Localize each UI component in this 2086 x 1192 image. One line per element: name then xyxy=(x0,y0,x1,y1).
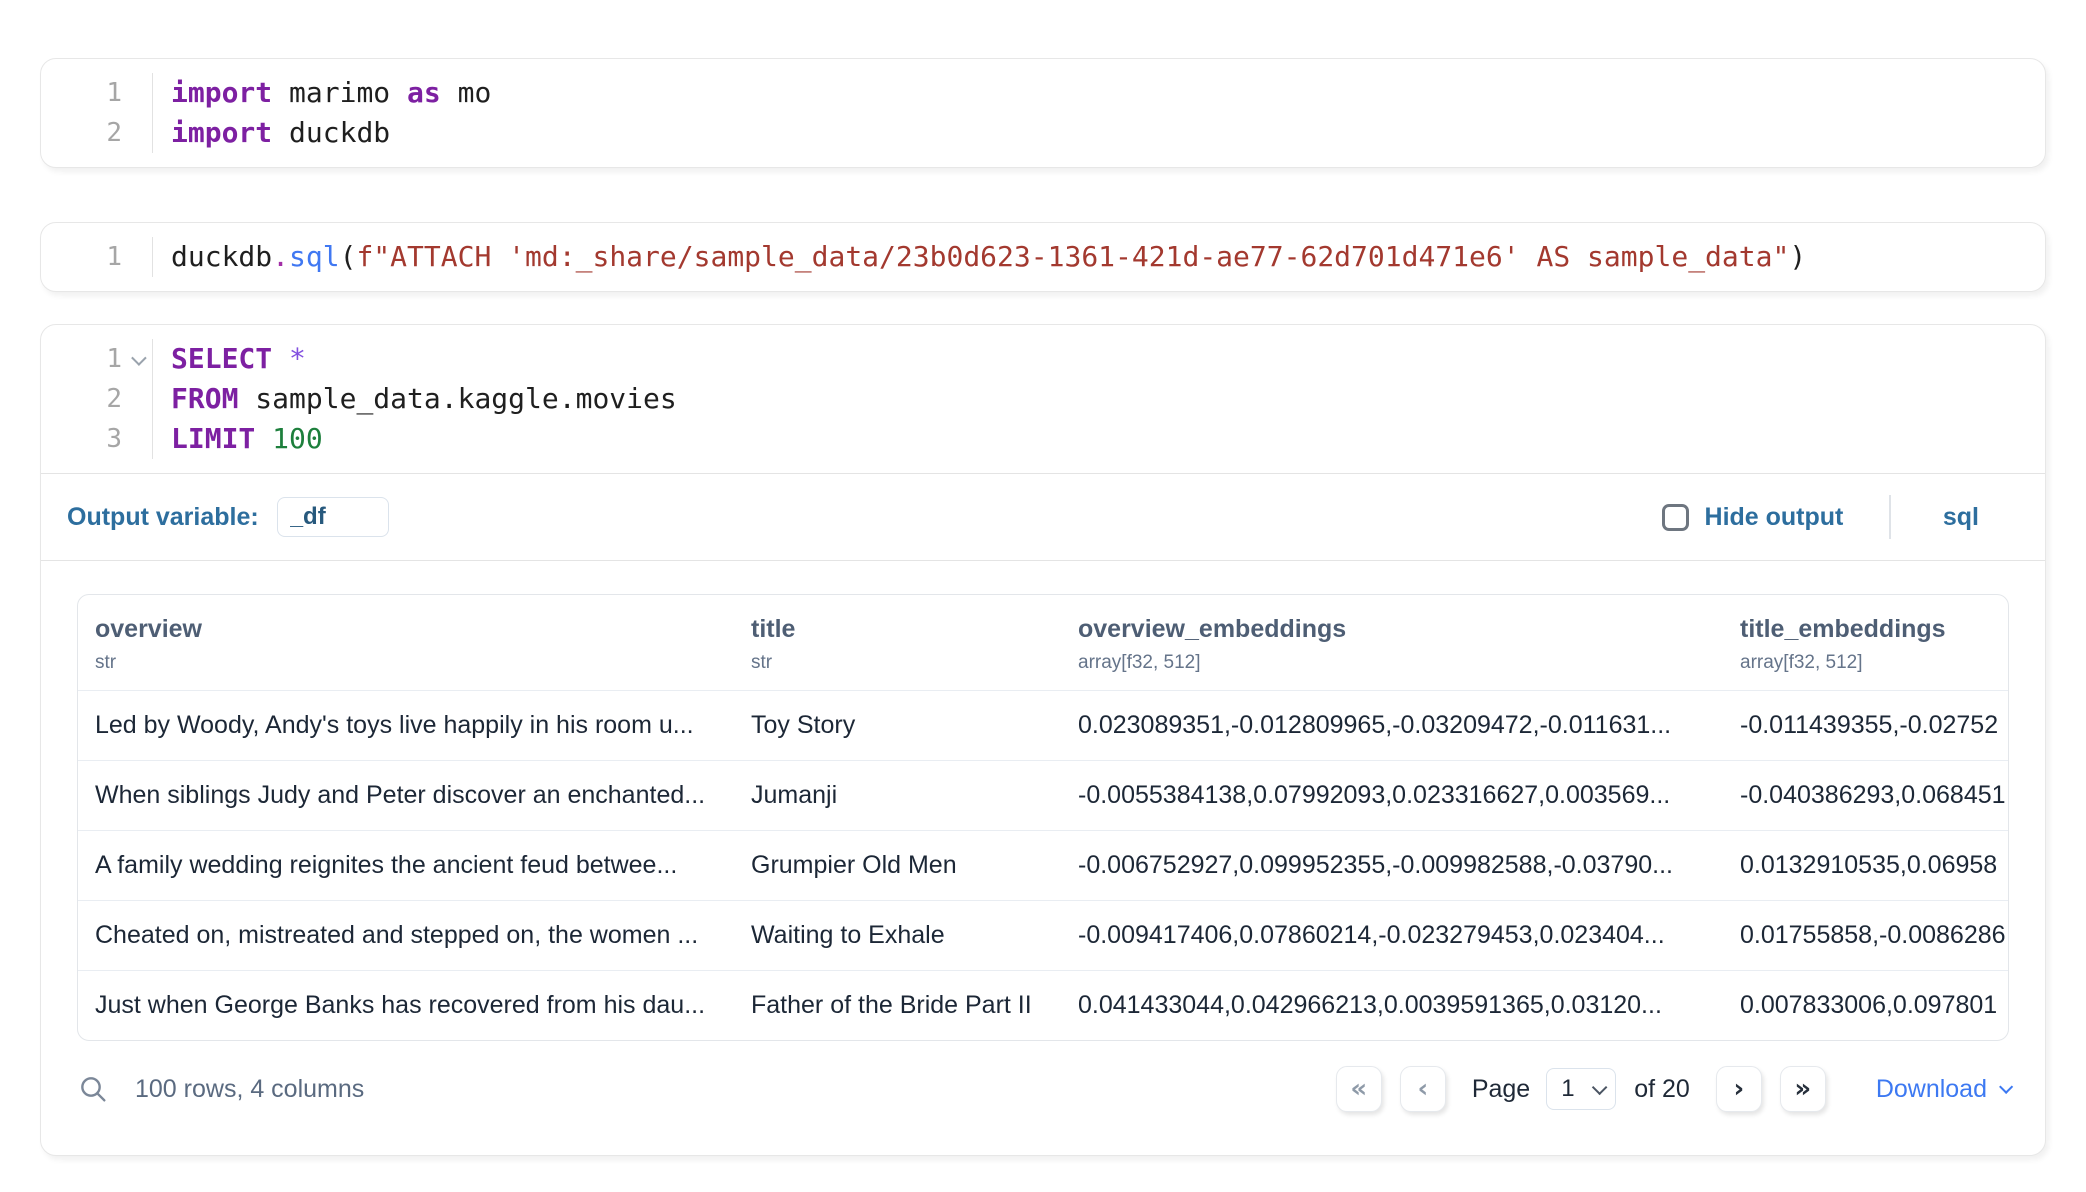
line-gutter: 1 xyxy=(41,237,153,277)
table-cell[interactable]: When siblings Judy and Peter discover an… xyxy=(78,781,734,810)
hide-output-checkbox[interactable] xyxy=(1662,504,1689,531)
sql-cell: 1SELECT *2FROM sample_data.kaggle.movies… xyxy=(40,324,2046,1156)
row-count-summary: 100 rows, 4 columns xyxy=(135,1075,364,1104)
page-label: Page xyxy=(1472,1075,1530,1104)
double-chevron-right-icon: » xyxy=(1794,1074,1811,1104)
dataframe-table: overview str title str overview_embeddingsar… xyxy=(77,594,2009,1041)
chevron-right-icon: › xyxy=(1733,1074,1744,1104)
fold-chevron-icon[interactable] xyxy=(131,350,147,366)
line-number: 1 xyxy=(106,73,122,113)
search-icon xyxy=(77,1073,109,1105)
table-row[interactable]: A family wedding reignites the ancient f… xyxy=(78,830,2008,900)
table-header-row: overview str title str overview_embeddingsar… xyxy=(78,595,2008,690)
next-page-button[interactable]: › xyxy=(1716,1066,1762,1112)
column-name: overview xyxy=(95,615,734,644)
notebook: 1import marimo as mo2import duckdb 1duck… xyxy=(0,0,2086,1176)
hide-output-label: Hide output xyxy=(1705,503,1844,532)
table-cell[interactable]: 0.023089351,-0.012809965,-0.03209472,-0.… xyxy=(1061,711,1723,740)
page-select-value: 1 xyxy=(1561,1075,1574,1103)
code-line[interactable]: 2FROM sample_data.kaggle.movies xyxy=(41,379,2045,419)
table-footer: 100 rows, 4 columns « ‹ Page 1 of 20 › »… xyxy=(77,1041,2009,1137)
line-number: 2 xyxy=(106,113,122,153)
code-editor[interactable]: 1SELECT *2FROM sample_data.kaggle.movies… xyxy=(41,325,2045,473)
table-cell[interactable]: Cheated on, mistreated and stepped on, t… xyxy=(78,921,734,950)
output-variable-label: Output variable: xyxy=(67,503,259,532)
table-cell[interactable]: 0.0132910535,0.06958 xyxy=(1723,851,2008,880)
code-cell-imports: 1import marimo as mo2import duckdb xyxy=(40,58,2046,168)
column-name: overview_embeddings xyxy=(1078,615,1723,644)
table-body: Led by Woody, Andy's toys live happily i… xyxy=(78,690,2008,1040)
column-header-title[interactable]: title str xyxy=(734,615,1061,674)
cell-language-label[interactable]: sql xyxy=(1943,503,1979,532)
column-dtype: array[f32, 512] xyxy=(1740,652,2008,674)
table-cell[interactable]: Father of the Bride Part II xyxy=(734,991,1061,1020)
table-cell[interactable]: Just when George Banks has recovered fro… xyxy=(78,991,734,1020)
code-line[interactable]: 3LIMIT 100 xyxy=(41,419,2045,459)
line-gutter: 1 xyxy=(41,73,153,113)
last-page-button[interactable]: » xyxy=(1780,1066,1826,1112)
page-select[interactable]: 1 xyxy=(1546,1068,1616,1110)
output-variable-bar: Output variable: Hide output sql xyxy=(41,473,2045,561)
double-chevron-left-icon: « xyxy=(1350,1074,1367,1104)
table-cell[interactable]: -0.006752927,0.099952355,-0.009982588,-0… xyxy=(1061,851,1723,880)
table-cell[interactable]: A family wedding reignites the ancient f… xyxy=(78,851,734,880)
column-dtype: str xyxy=(95,652,734,674)
chevron-down-icon xyxy=(1592,1079,1608,1095)
column-dtype: str xyxy=(751,652,1061,674)
line-gutter: 2 xyxy=(41,379,153,419)
table-cell[interactable]: 0.01755858,-0.0086286 xyxy=(1723,921,2008,950)
table-cell[interactable]: Led by Woody, Andy's toys live happily i… xyxy=(78,711,734,740)
line-number: 1 xyxy=(106,339,122,379)
column-header-title_embeddings[interactable]: title_embeddings array[f32, 512] xyxy=(1723,615,2008,674)
table-cell[interactable]: Waiting to Exhale xyxy=(734,921,1061,950)
column-header-overview_embeddings[interactable]: overview_embeddings array[f32, 512] xyxy=(1061,615,1723,674)
code-editor[interactable]: 1duckdb.sql(f"ATTACH 'md:_share/sample_d… xyxy=(41,223,2045,291)
line-gutter: 1 xyxy=(41,339,153,379)
table-cell[interactable]: -0.040386293,0.068451 xyxy=(1723,781,2008,810)
previous-page-button[interactable]: ‹ xyxy=(1400,1066,1446,1112)
table-row[interactable]: Just when George Banks has recovered fro… xyxy=(78,970,2008,1040)
first-page-button[interactable]: « xyxy=(1336,1066,1382,1112)
column-name: title xyxy=(751,615,1061,644)
table-cell[interactable]: Toy Story xyxy=(734,711,1061,740)
code-line[interactable]: 2import duckdb xyxy=(41,113,2045,153)
chevron-down-icon xyxy=(1999,1080,2013,1094)
table-row[interactable]: Cheated on, mistreated and stepped on, t… xyxy=(78,900,2008,970)
code-cell-attach: 1duckdb.sql(f"ATTACH 'md:_share/sample_d… xyxy=(40,222,2046,292)
table-cell[interactable]: 0.041433044,0.042966213,0.0039591365,0.0… xyxy=(1061,991,1723,1020)
line-gutter: 2 xyxy=(41,113,153,153)
code-line[interactable]: 1duckdb.sql(f"ATTACH 'md:_share/sample_d… xyxy=(41,237,2045,277)
line-gutter: 3 xyxy=(41,419,153,459)
search-button[interactable] xyxy=(77,1073,109,1105)
table-row[interactable]: When siblings Judy and Peter discover an… xyxy=(78,760,2008,830)
column-name: title_embeddings xyxy=(1740,615,2008,644)
output-variable-input[interactable] xyxy=(277,497,389,537)
table-cell[interactable]: -0.009417406,0.07860214,-0.023279453,0.0… xyxy=(1061,921,1723,950)
table-cell[interactable]: Jumanji xyxy=(734,781,1061,810)
column-header-overview[interactable]: overview str xyxy=(78,615,734,674)
line-number: 2 xyxy=(106,379,122,419)
table-cell[interactable]: Grumpier Old Men xyxy=(734,851,1061,880)
page-total-label: of 20 xyxy=(1634,1075,1690,1104)
table-cell[interactable]: -0.0055384138,0.07992093,0.023316627,0.0… xyxy=(1061,781,1723,810)
line-number: 3 xyxy=(106,419,122,459)
table-row[interactable]: Led by Woody, Andy's toys live happily i… xyxy=(78,690,2008,760)
table-cell[interactable]: 0.007833006,0.097801 xyxy=(1723,991,2008,1020)
code-line[interactable]: 1SELECT * xyxy=(41,339,2045,379)
table-cell[interactable]: -0.011439355,-0.02752 xyxy=(1723,711,2008,740)
code-editor[interactable]: 1import marimo as mo2import duckdb xyxy=(41,59,2045,167)
chevron-left-icon: ‹ xyxy=(1417,1074,1428,1104)
divider xyxy=(1889,495,1891,539)
line-number: 1 xyxy=(106,237,122,277)
download-button[interactable]: Download xyxy=(1876,1075,2009,1104)
column-dtype: array[f32, 512] xyxy=(1078,652,1723,674)
download-label: Download xyxy=(1876,1075,1987,1104)
code-line[interactable]: 1import marimo as mo xyxy=(41,73,2045,113)
